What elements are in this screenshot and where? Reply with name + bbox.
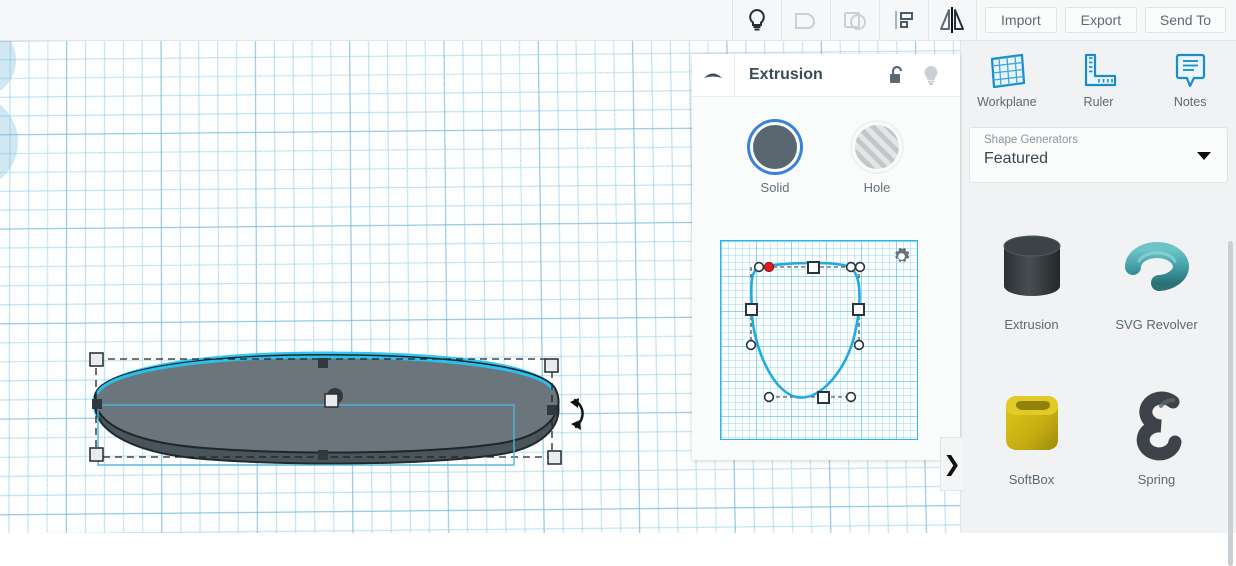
panel-tool-row: Workplane Ruler Notes — [961, 41, 1236, 119]
shape-card-extrusion[interactable]: Extrusion — [969, 201, 1094, 356]
chevron-down-icon[interactable] — [1197, 152, 1211, 160]
notes-tool[interactable]: Notes — [1152, 51, 1228, 109]
workplane-icon — [986, 51, 1028, 91]
scale-handle-top-left[interactable] — [89, 352, 104, 367]
shape-generators-caption: Shape Generators — [984, 134, 1078, 146]
inspector-body: Solid Hole — [692, 97, 960, 440]
scale-handle-bottom-mid[interactable] — [318, 450, 328, 460]
unlocked-padlock-icon[interactable] — [888, 65, 906, 85]
shape-card-label: Spring — [1137, 472, 1176, 487]
inspector-title: Extrusion — [749, 66, 823, 83]
align-icon — [893, 9, 915, 31]
notes-icon — [1169, 51, 1211, 91]
mode-hole[interactable]: Hole — [855, 125, 899, 195]
scale-handle-top-right[interactable] — [544, 358, 559, 373]
notes-tool-label: Notes — [1173, 95, 1207, 109]
export-button[interactable]: Export — [1064, 7, 1137, 33]
spring-thumbnail — [1115, 380, 1199, 464]
align-icon-button[interactable] — [878, 0, 928, 41]
shape-card-label: Extrusion — [1004, 317, 1059, 332]
inspector-collapse-button[interactable] — [692, 54, 735, 96]
solid-hole-mode-row: Solid Hole — [692, 97, 960, 195]
gear-icon[interactable] — [892, 247, 911, 266]
shape-card-spring[interactable]: Spring — [1094, 356, 1219, 511]
shape-card-label: SoftBox — [1008, 472, 1055, 487]
import-button[interactable]: Import — [984, 7, 1057, 33]
height-handle[interactable] — [324, 393, 339, 408]
shape-card-softbox[interactable]: SoftBox — [969, 356, 1094, 511]
scale-handle-right-mid[interactable] — [547, 405, 557, 415]
light-bulb-icon[interactable] — [921, 64, 941, 86]
send-to-button[interactable]: Send To — [1144, 7, 1226, 33]
mirror-icon — [938, 7, 966, 33]
group-shapes-icon — [793, 8, 819, 32]
extrusion-inspector-panel: Extrusion Solid Hole — [692, 54, 960, 460]
toolbar-icon-group — [731, 0, 977, 41]
mirror-icon-button[interactable] — [927, 0, 977, 41]
inspector-header: Extrusion — [692, 54, 960, 97]
right-panel: Workplane Ruler Notes Shape Generators F… — [960, 41, 1236, 566]
ruler-tool[interactable]: Ruler — [1060, 51, 1136, 109]
light-bulb-icon-button[interactable] — [731, 0, 781, 41]
scale-handle-bottom-left[interactable] — [89, 447, 104, 462]
ruler-icon — [1077, 51, 1119, 91]
rotate-arrow-icon[interactable] — [570, 398, 584, 430]
scale-handle-left-mid[interactable] — [92, 399, 102, 409]
ungroup-shapes-icon — [842, 8, 868, 32]
shape-card-label: SVG Revolver — [1115, 317, 1198, 332]
light-bulb-icon — [746, 8, 768, 32]
profile-curve[interactable] — [721, 241, 916, 438]
scale-handle-top-mid[interactable] — [318, 358, 328, 368]
svg-revolver-thumbnail — [1115, 225, 1199, 309]
extrusion-thumbnail — [990, 225, 1074, 309]
group-shapes-icon-button[interactable] — [780, 0, 830, 41]
ungroup-shapes-icon-button[interactable] — [829, 0, 879, 41]
workplane-tool[interactable]: Workplane — [969, 51, 1045, 109]
mode-hole-label: Hole — [863, 180, 891, 195]
top-toolbar: Import Export Send To — [0, 0, 1236, 41]
mode-solid-label: Solid — [760, 180, 790, 195]
shape-card-svg-revolver[interactable]: SVG Revolver — [1094, 201, 1219, 356]
profile-shape-editor[interactable] — [720, 240, 918, 440]
caret-up-icon — [702, 68, 724, 82]
workplane-tool-label: Workplane — [977, 95, 1037, 109]
scale-handle-bottom-right[interactable] — [547, 450, 562, 465]
shape-generators-dropdown[interactable]: Shape Generators Featured — [969, 127, 1228, 183]
right-panel-collapse-button[interactable]: ❯ — [940, 437, 963, 491]
shape-list-scrollbar[interactable] — [1228, 241, 1233, 566]
ruler-tool-label: Ruler — [1083, 95, 1114, 109]
shape-generators-value: Featured — [984, 150, 1049, 167]
mode-solid[interactable]: Solid — [753, 125, 797, 195]
solid-swatch[interactable] — [753, 125, 797, 169]
softbox-thumbnail — [990, 380, 1074, 464]
hole-swatch[interactable] — [855, 125, 899, 169]
shape-library-list[interactable]: Extrusion SVG Revolver SoftBox Spring — [969, 191, 1221, 521]
